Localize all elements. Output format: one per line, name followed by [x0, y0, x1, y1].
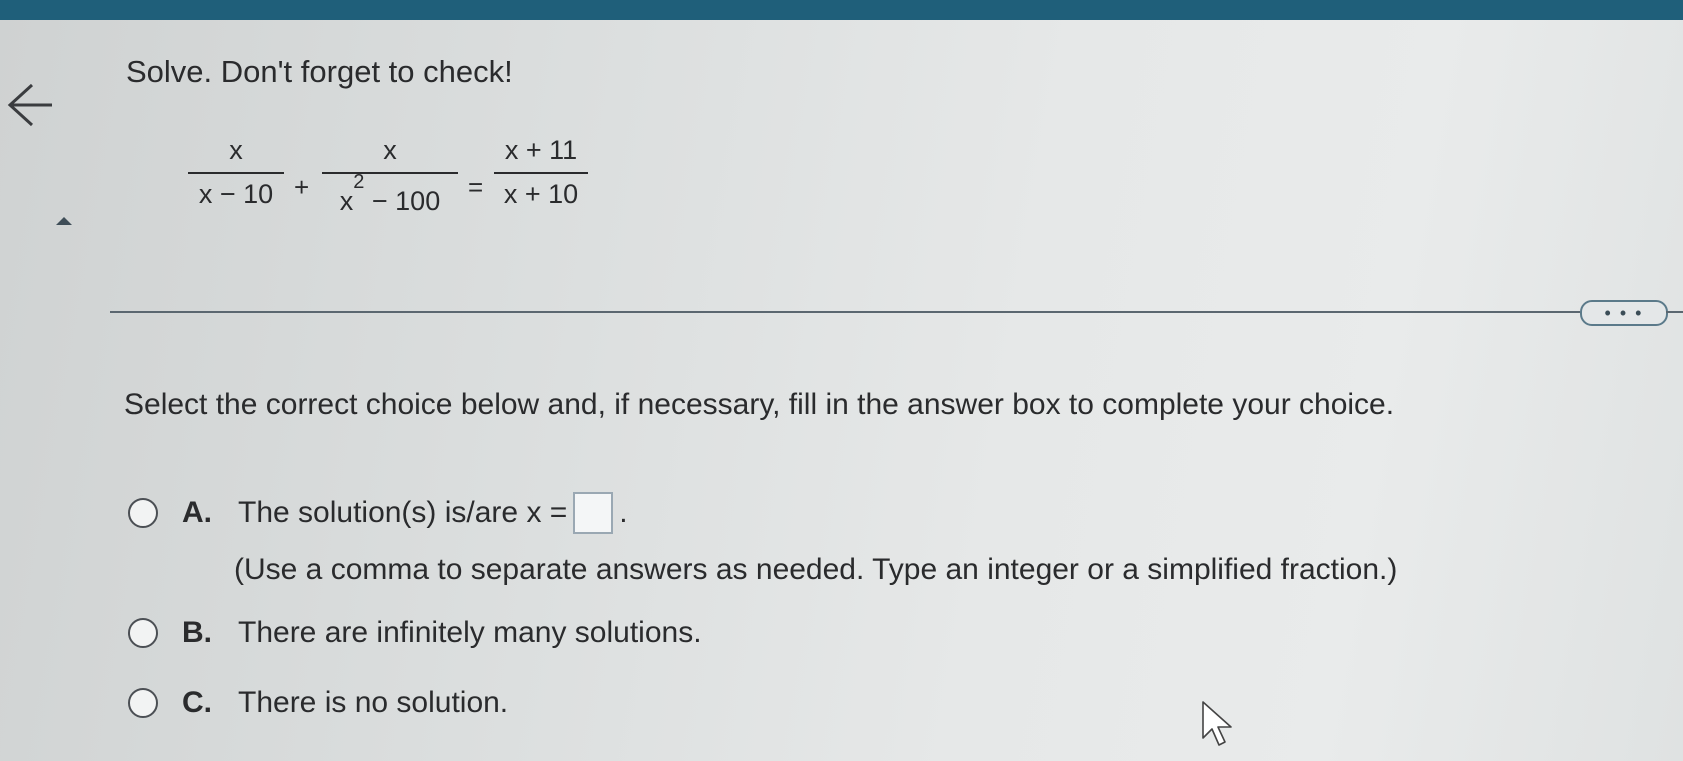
fraction-2: x x2 − 100 — [322, 132, 458, 216]
back-button[interactable] — [6, 82, 56, 128]
choice-b[interactable]: B. There are infinitely many solutions. — [128, 616, 702, 650]
section-divider — [110, 311, 1580, 313]
choice-b-text: There are infinitely many solutions. — [238, 616, 702, 649]
divider-tail — [1666, 311, 1683, 313]
more-options-button[interactable]: • • • — [1580, 300, 1668, 326]
collapse-arrow-icon[interactable] — [56, 212, 72, 225]
choice-a-text: The solution(s) is/are x = — [238, 496, 568, 529]
choice-b-letter: B. — [182, 616, 212, 649]
fraction-2-numerator: x — [383, 135, 397, 165]
choice-c-text: There is no solution. — [238, 686, 509, 719]
choice-a-radio[interactable] — [128, 498, 158, 528]
fraction-1-numerator: x — [229, 135, 243, 165]
mouse-pointer-icon — [1200, 700, 1240, 750]
choice-b-radio[interactable] — [128, 618, 158, 648]
answer-input-box[interactable] — [573, 492, 614, 534]
choice-a-period: . — [619, 496, 628, 529]
choice-a-hint: (Use a comma to separate answers as need… — [234, 553, 1398, 586]
choice-c-letter: C. — [182, 686, 212, 719]
choice-c-radio[interactable] — [128, 688, 158, 718]
plus-sign: + — [294, 172, 310, 202]
fraction-3-numerator: x + 11 — [504, 135, 578, 165]
instructions: Select the correct choice below and, if … — [124, 388, 1395, 421]
choice-a-letter: A. — [182, 496, 212, 529]
equals-sign: = — [468, 172, 484, 202]
fraction-1-denominator: x − 10 — [198, 179, 274, 209]
fraction-3: x + 11 x + 10 — [494, 132, 588, 210]
question-title: Solve. Don't forget to check! — [126, 54, 513, 89]
fraction-2-denominator: x2 − 100 — [339, 171, 441, 216]
choice-c[interactable]: C. There is no solution. — [128, 686, 508, 720]
fraction-3-denominator: x + 10 — [503, 179, 579, 209]
arrow-left-icon — [7, 83, 52, 127]
choice-a[interactable]: A. The solution(s) is/are x = . — [128, 492, 628, 534]
fraction-1: x x − 10 — [188, 132, 284, 210]
top-bar — [0, 0, 1683, 20]
